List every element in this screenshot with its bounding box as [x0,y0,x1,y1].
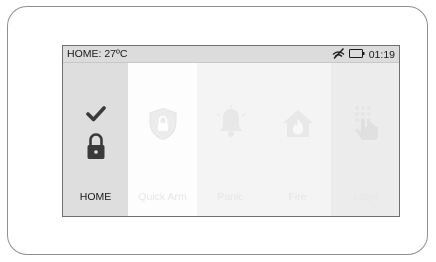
bell-icon [215,105,247,146]
tile-login[interactable]: Login [331,63,399,216]
lock-check-icon [85,103,107,166]
touch-screen: HOME: 27ºC 01:19 HOME Quick Arm Panic Fi… [62,45,400,217]
tile-quick-arm[interactable]: Quick Arm [128,63,197,216]
tile-menu: HOME Quick Arm Panic Fire Login [63,63,399,216]
status-title: HOME: 27ºC [67,48,128,60]
keypad-touch-icon [351,103,381,148]
device-frame: HOME: 27ºC 01:19 HOME Quick Arm Panic Fi… [7,6,428,255]
status-bar: HOME: 27ºC 01:19 [63,46,399,63]
status-indicators: 01:19 [332,47,395,62]
house-fire-icon [281,107,315,144]
tile-home[interactable]: HOME [63,63,128,216]
page: HOME: 27ºC 01:19 HOME Quick Arm Panic Fi… [0,0,436,262]
tile-panic-label: Panic [217,191,244,203]
tile-fire[interactable]: Fire [264,63,331,216]
status-time: 01:19 [368,48,395,61]
tile-panic[interactable]: Panic [197,63,264,216]
tile-quick-arm-label: Quick Arm [138,191,187,203]
tile-login-label: Login [353,191,379,203]
tile-home-label: HOME [79,191,112,203]
tile-fire-label: Fire [288,191,307,203]
shield-lock-icon [148,107,178,146]
signal-off-icon [332,47,345,62]
battery-icon [348,48,365,61]
